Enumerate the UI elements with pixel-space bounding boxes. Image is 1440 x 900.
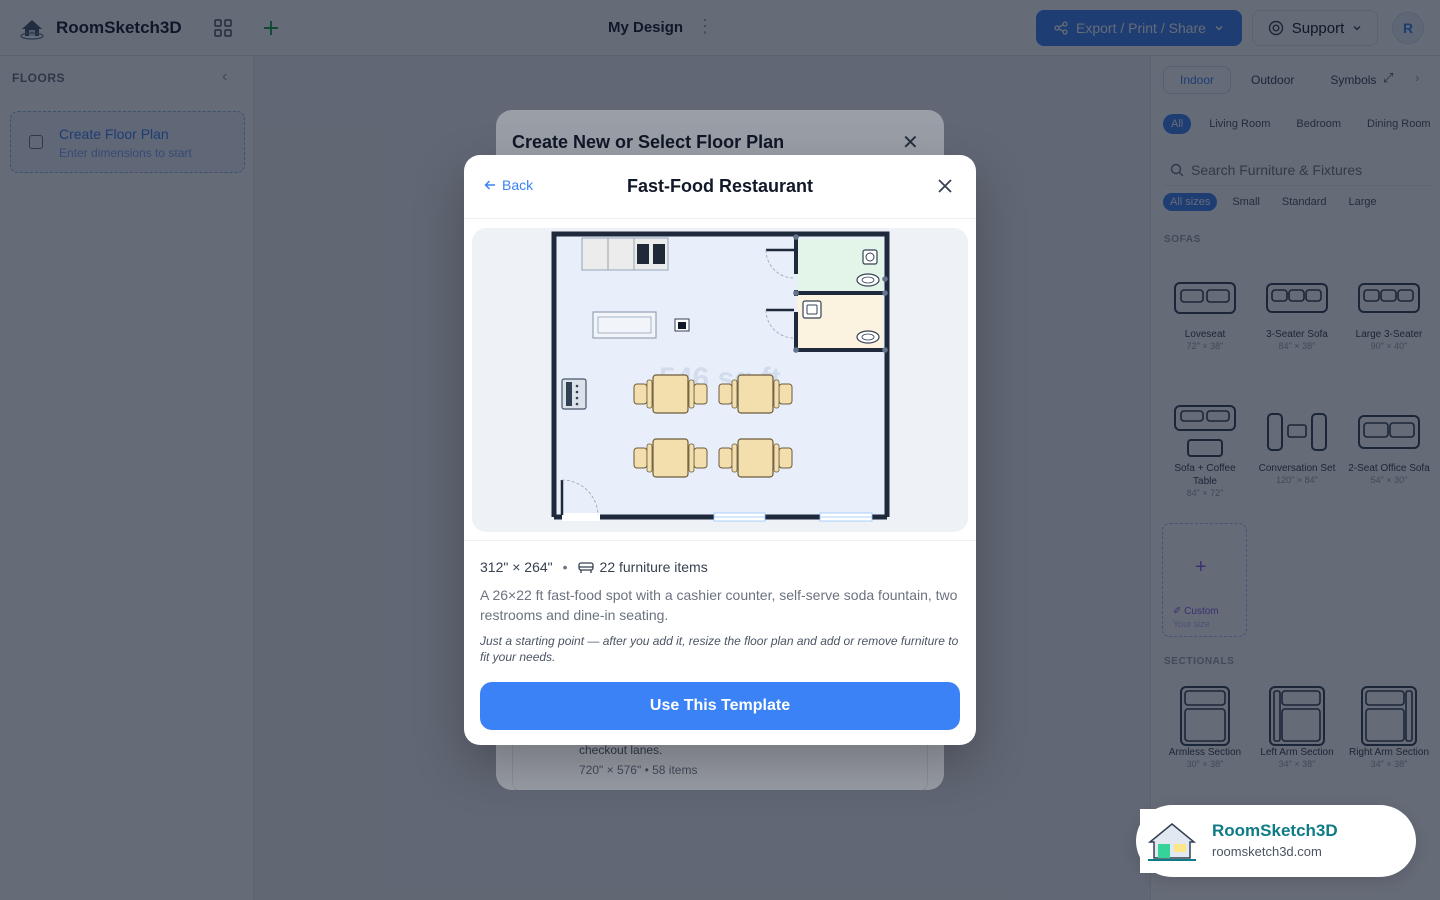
fryer-1: [637, 244, 649, 264]
cashier-counter: [592, 311, 657, 339]
entrance-door: [562, 513, 600, 521]
template-note: Just a starting point — after you add it…: [480, 634, 959, 664]
sink-2: [802, 300, 822, 319]
template-title: Fast-Food Restaurant: [626, 176, 813, 196]
floor-plan-drawing: 546 sq ft: [551, 231, 890, 522]
badge-url: roomsketch3d.com: [1212, 844, 1322, 859]
use-template-button[interactable]: Use This Template: [480, 682, 960, 730]
dialog-header: Back Fast-Food Restaurant: [464, 155, 976, 219]
template-detail-dialog: Back Fast-Food Restaurant 546 sq ft 312"…: [464, 155, 976, 745]
soda-fountain: [561, 378, 587, 410]
brand-watermark-badge[interactable]: RoomSketch3D roomsketch3d.com: [1136, 805, 1416, 877]
floor-plan-preview: 546 sq ft: [472, 228, 968, 532]
meta-separator: •: [562, 559, 568, 575]
close-button[interactable]: [934, 175, 956, 197]
badge-brand-name: RoomSketch3D: [1212, 821, 1338, 840]
furniture-count: 22 furniture items: [599, 559, 708, 575]
template-meta: 312" × 264" • 22 furniture items: [480, 559, 708, 575]
toilet-1: [856, 273, 880, 287]
close-icon: [938, 179, 952, 193]
sofa-icon: [577, 561, 594, 574]
sink-1: [862, 249, 878, 265]
template-details: 312" × 264" • 22 furniture items A 26×22…: [464, 540, 976, 745]
house-logo-icon: [1140, 809, 1204, 873]
template-description: A 26×22 ft fast-food spot with a cashier…: [480, 587, 958, 623]
template-dimensions: 312" × 264": [480, 559, 553, 575]
fryer-2: [653, 244, 665, 264]
toilet-2: [856, 330, 880, 344]
